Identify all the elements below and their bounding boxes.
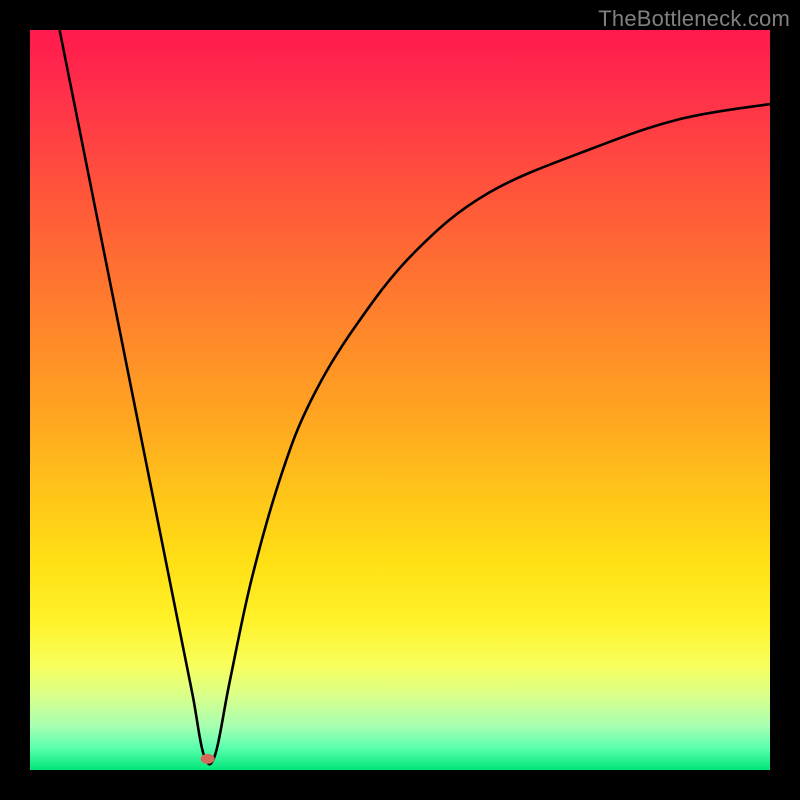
watermark-text: TheBottleneck.com — [598, 6, 790, 32]
plot-area — [30, 30, 770, 770]
min-point-marker — [201, 754, 215, 764]
chart-frame: TheBottleneck.com — [0, 0, 800, 800]
bottleneck-curve — [60, 30, 770, 764]
curve-svg — [30, 30, 770, 770]
